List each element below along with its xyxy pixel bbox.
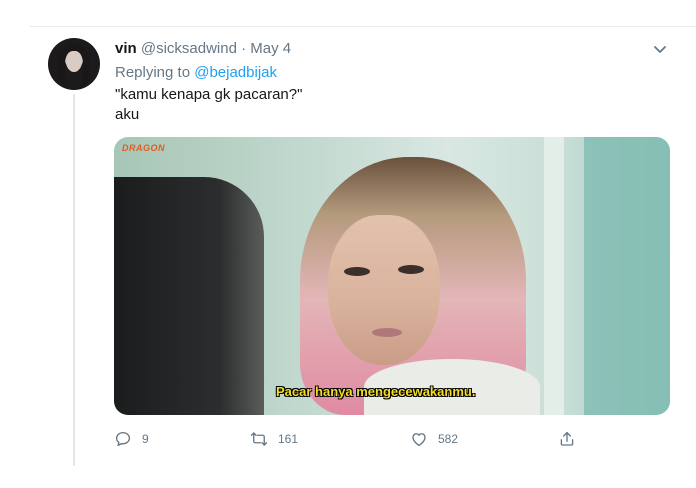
avatar-face (66, 51, 82, 72)
thread-line (73, 94, 75, 466)
foreground-figure (114, 177, 264, 415)
woman-face (328, 215, 440, 365)
tweet-text-line2: aku (115, 106, 140, 123)
replying-label: Replying to (115, 64, 191, 81)
like-icon (412, 433, 426, 447)
avatar[interactable] (48, 38, 100, 90)
share-icon (560, 431, 574, 446)
video-subtitle: Pacar hanya mengecewakanmu. (276, 384, 476, 399)
chevron-down-icon[interactable] (652, 44, 668, 56)
eye-right (398, 265, 424, 274)
like-count: 582 (438, 432, 459, 446)
retweet-count: 161 (278, 432, 299, 446)
top-divider (30, 26, 696, 27)
tweet-text-line1: "kamu kenapa gk pacaran?" (115, 86, 303, 103)
background-wall (584, 137, 670, 415)
tweet-actions: 9 161 582 (114, 428, 674, 452)
separator: · (241, 40, 247, 57)
replying-to: Replying to @bejadbijak (115, 64, 277, 81)
display-name[interactable]: vin (115, 40, 137, 57)
tweet-header: vin @sicksadwind · May 4 (115, 40, 291, 57)
tweet-media-image[interactable]: DRAGON Pacar hanya mengecewakanmu. (114, 137, 670, 415)
reply-button[interactable]: 9 (114, 428, 149, 450)
lips (372, 328, 402, 337)
retweet-icon (250, 432, 268, 446)
share-button[interactable] (558, 428, 586, 450)
tweet-date[interactable]: May 4 (250, 40, 291, 57)
watermark-logo: DRAGON (122, 143, 165, 153)
like-button[interactable]: 582 (410, 428, 458, 450)
retweet-button[interactable]: 161 (250, 428, 298, 450)
handle[interactable]: @sicksadwind (141, 40, 237, 57)
replying-handle-link[interactable]: @bejadbijak (194, 64, 277, 81)
eye-left (344, 267, 370, 276)
background-stripe (544, 137, 564, 415)
reply-count: 9 (142, 432, 149, 446)
reply-icon (115, 431, 131, 447)
